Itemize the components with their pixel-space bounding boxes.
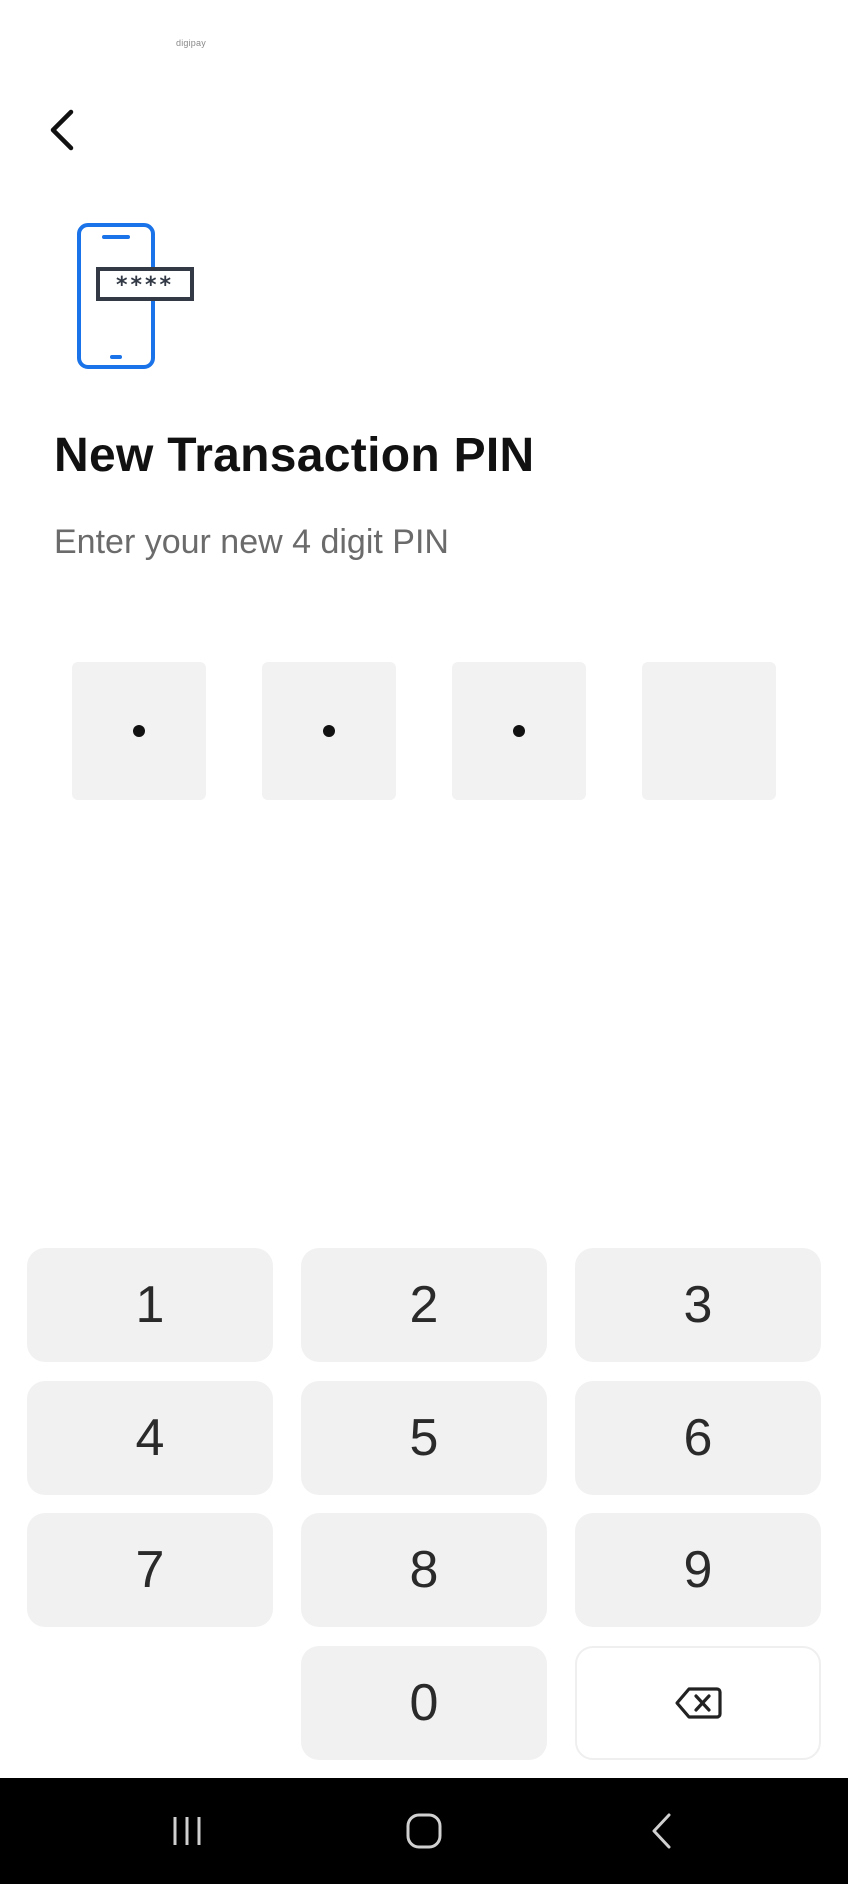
chevron-left-icon	[50, 109, 74, 151]
recents-button[interactable]	[142, 1796, 232, 1866]
screen: digipay **** New Transaction PIN Enter y…	[0, 0, 848, 1884]
key-5[interactable]: 5	[301, 1381, 547, 1495]
key-7[interactable]: 7	[27, 1513, 273, 1627]
app-logo: digipay	[176, 38, 206, 48]
delete-button[interactable]	[575, 1646, 821, 1760]
back-button[interactable]	[34, 100, 90, 160]
key-9[interactable]: 9	[575, 1513, 821, 1627]
recents-icon	[173, 1817, 201, 1845]
nav-back-button[interactable]	[617, 1796, 707, 1866]
pin-dot	[513, 725, 525, 737]
pin-dot	[133, 725, 145, 737]
page-title: New Transaction PIN	[54, 429, 535, 482]
key-3[interactable]: 3	[575, 1248, 821, 1362]
pin-digit-box-4[interactable]	[642, 662, 776, 800]
home-icon	[406, 1813, 442, 1849]
key-1[interactable]: 1	[27, 1248, 273, 1362]
phone-pin-icon: ****	[74, 222, 196, 370]
page-subtitle: Enter your new 4 digit PIN	[54, 523, 449, 561]
backspace-icon	[675, 1687, 722, 1719]
home-button[interactable]	[379, 1796, 469, 1866]
pin-digit-box-1[interactable]	[72, 662, 206, 800]
key-0[interactable]: 0	[301, 1646, 547, 1760]
key-8[interactable]: 8	[301, 1513, 547, 1627]
masked-pin-text: ****	[116, 273, 174, 298]
key-4[interactable]: 4	[27, 1381, 273, 1495]
pin-dot	[323, 725, 335, 737]
pin-digit-box-3[interactable]	[452, 662, 586, 800]
key-6[interactable]: 6	[575, 1381, 821, 1495]
back-icon	[652, 1813, 671, 1849]
key-2[interactable]: 2	[301, 1248, 547, 1362]
pin-digit-box-2[interactable]	[262, 662, 396, 800]
system-nav-bar	[0, 1778, 848, 1884]
